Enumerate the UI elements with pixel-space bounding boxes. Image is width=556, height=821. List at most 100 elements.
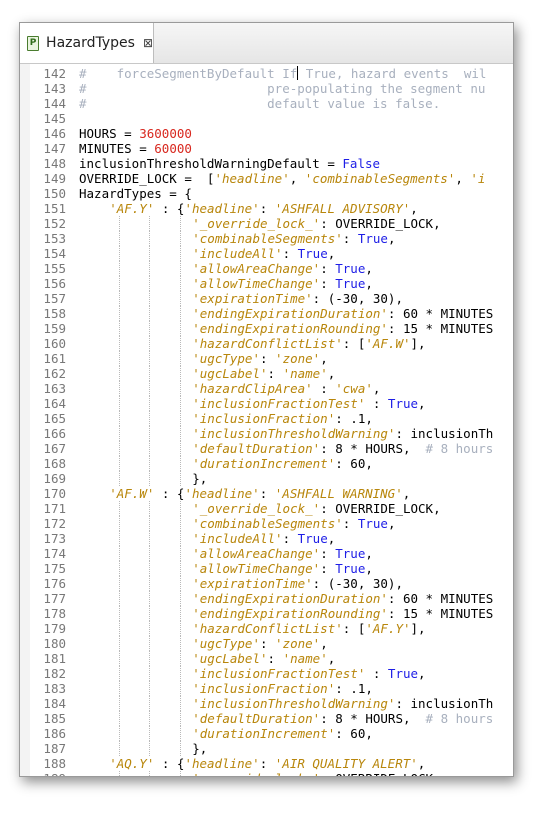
code-text: 'inclusionThresholdWarning': inclusionTh [192,696,493,711]
code-token: 'headline' [184,486,260,501]
code-line[interactable]: 162 'ugcLabel': 'name', [20,366,335,381]
code-line[interactable]: 153 'combinableSegments': True, [20,231,395,246]
code-token: : 60 * MINUTES [387,591,494,606]
code-line[interactable]: 170 'AF.W' : {'headline': 'ASHFALL WARNIN… [20,486,410,501]
indent-guide [149,456,151,471]
code-token: 'headline' [184,756,260,771]
code-token: 'cwa' [335,381,373,396]
indent-guide [179,336,181,351]
code-line[interactable]: 163 'hazardClipArea' : 'cwa', [20,381,380,396]
code-token: : 60 * MINUTES [387,306,494,321]
code-token: : 60, [335,456,373,471]
code-line[interactable]: 182 'inclusionFractionTest' : True, [20,666,426,681]
indent-guide [119,771,121,776]
code-line[interactable]: 188 'AQ.Y' : {'headline': 'AIR QUALITY AL… [20,756,425,771]
indent-guide [179,381,181,396]
code-line[interactable]: 180 'ugcType': 'zone', [20,636,328,651]
code-token: : .1, [335,681,373,696]
code-line[interactable]: 181 'ugcLabel': 'name', [20,651,335,666]
code-line[interactable]: 150 HazardTypes = { [20,186,191,201]
code-token: : [ [342,336,366,351]
indent-guide [119,291,121,306]
code-line[interactable]: 172 'combinableSegments': True, [20,516,395,531]
code-line[interactable]: 144 # default value is false. [20,96,440,111]
code-token: ], [410,621,426,636]
code-line[interactable]: 147 MINUTES = 60000 [20,141,191,156]
indent-guide [179,321,181,336]
code-token: : [320,546,336,561]
indent-guide [149,306,151,321]
indent-guide [119,396,121,411]
indent-guide [119,681,121,696]
code-text: 'inclusionFractionTest' : True, [192,396,425,411]
code-line[interactable]: 178 'endingExpirationRounding': 15 * MINU… [20,606,493,621]
code-line[interactable]: 189 '_override_lock_': OVERRIDE_LOCK, [20,771,441,776]
code-line[interactable]: 157 'expirationTime': (-30, 30), [20,291,403,306]
code-line[interactable]: 165 'inclusionFraction': .1, [20,411,373,426]
code-line[interactable]: 155 'allowAreaChange': True, [20,261,373,276]
code-line[interactable]: 152 '_override_lock_': OVERRIDE_LOCK, [20,216,441,231]
code-text: 'includeAll': True, [192,531,335,546]
code-line[interactable]: 167 'defaultDuration': 8 * HOURS, # 8 hou… [20,441,493,456]
line-number: 163 [43,381,66,396]
code-token: : { [154,756,185,771]
code-text: '_override_lock_': OVERRIDE_LOCK, [192,216,440,231]
code-line[interactable]: 145 [20,111,66,126]
code-line[interactable]: 169}, [20,471,207,486]
code-text: 'AF.W' : {'headline': 'ASHFALL WARNING', [109,486,410,501]
code-token: : [259,351,276,366]
code-token: , [365,261,373,276]
code-token: : [342,231,358,246]
code-line[interactable]: 143 # pre-populating the segment nu [20,81,485,96]
code-line[interactable]: 142 # forceSegmentByDefault If True, haza… [20,66,486,81]
code-token: , [372,381,381,396]
code-text: 'defaultDuration': 8 * HOURS, # 8 hours [192,711,493,726]
code-editor[interactable]: 142 # forceSegmentByDefault If True, haza… [20,64,513,776]
code-text: 'AQ.Y' : {'headline': 'AIR QUALITY ALERT… [109,756,425,771]
code-line[interactable]: 154 'includeAll': True, [20,246,335,261]
line-number: 164 [43,396,66,411]
code-line[interactable]: 185 'defaultDuration': 8 * HOURS, # 8 hou… [20,711,493,726]
code-line[interactable]: 149 OVERRIDE_LOCK = ['headline', 'combina… [20,171,485,186]
code-line[interactable]: 156 'allowTimeChange': True, [20,276,373,291]
code-line[interactable]: 151 'AF.Y' : {'headline': 'ASHFALL ADVISO… [20,201,417,216]
tab-hazardtypes[interactable]: P HazardTypes ⊠ [20,23,154,63]
code-line[interactable]: 160 'hazardConflictList': ['AF.W'], [20,336,426,351]
code-line[interactable]: 161 'ugcType': 'zone', [20,351,328,366]
code-line[interactable]: 183 'inclusionFraction': .1, [20,681,373,696]
code-line[interactable]: 173 'includeAll': True, [20,531,335,546]
code-line[interactable]: 186 'durationIncrement': 60, [20,726,373,741]
code-line[interactable]: 174 'allowAreaChange': True, [20,546,373,561]
line-number: 166 [43,426,66,441]
code-token: 'AF.Y' [109,201,155,216]
python-file-icon: P [27,35,40,51]
code-line[interactable]: 179 'hazardConflictList': ['AF.Y'], [20,621,426,636]
line-number: 173 [43,531,66,546]
line-number: 179 [43,621,66,636]
code-token: : [282,531,298,546]
indent-guide [149,666,151,681]
code-token: 'headline' [184,201,260,216]
code-line[interactable]: 176 'expirationTime': (-30, 30), [20,576,403,591]
indent-guide [119,261,121,276]
code-line[interactable]: 159 'endingExpirationRounding': 15 * MINU… [20,321,493,336]
close-icon[interactable]: ⊠ [143,36,153,50]
code-line[interactable]: 177 'endingExpirationDuration': 60 * MINU… [20,591,493,606]
code-line[interactable]: 171 '_override_lock_': OVERRIDE_LOCK, [20,501,441,516]
indent-guide [119,501,121,516]
code-line[interactable]: 164 'inclusionFractionTest' : True, [20,396,426,411]
code-text: OVERRIDE_LOCK = ['headline', 'combinable… [79,171,485,186]
code-line[interactable]: 158 'endingExpirationDuration': 60 * MINU… [20,306,493,321]
code-line[interactable]: 146 HOURS = 3600000 [20,126,191,141]
code-line[interactable]: 187}, [20,741,207,756]
code-token: # 8 hours [425,711,494,726]
code-line[interactable]: 148 inclusionThresholdWarningDefault = Fa… [20,156,380,171]
line-number: 174 [43,546,66,561]
code-line[interactable]: 166 'inclusionThresholdWarning': inclusio… [20,426,493,441]
code-line[interactable]: 184 'inclusionThresholdWarning': inclusio… [20,696,493,711]
indent-guide [149,516,151,531]
code-line[interactable]: 175 'allowTimeChange': True, [20,561,373,576]
code-line[interactable]: 168 'durationIncrement': 60, [20,456,373,471]
indent-guide [179,621,181,636]
indent-guide [119,576,121,591]
